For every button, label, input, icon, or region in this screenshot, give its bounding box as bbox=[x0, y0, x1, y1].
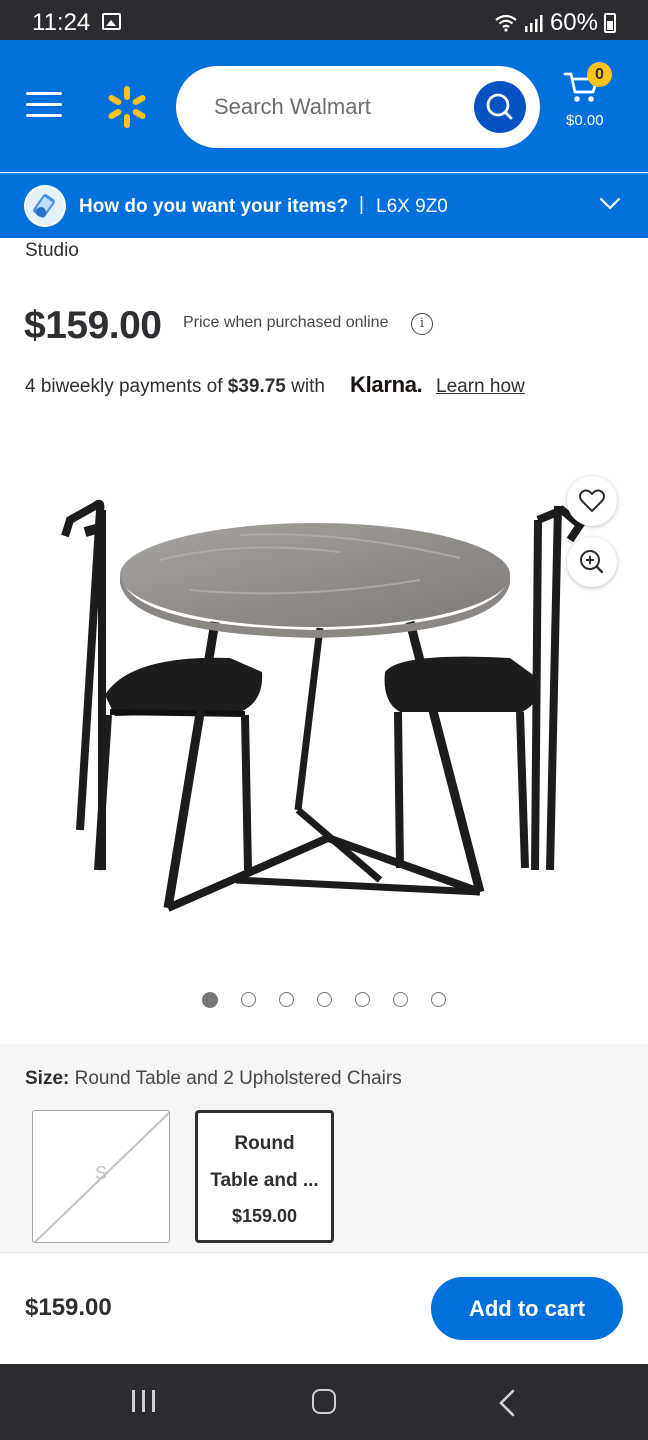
search-input[interactable] bbox=[214, 88, 464, 126]
size-label-title: Size: bbox=[25, 1068, 70, 1089]
battery-icon bbox=[604, 13, 616, 33]
size-label: Size: Round Table and 2 Upholstered Chai… bbox=[25, 1068, 402, 1090]
recents-icon[interactable] bbox=[132, 1390, 156, 1412]
size-selector: Size: Round Table and 2 Upholstered Chai… bbox=[0, 1044, 648, 1252]
search-button[interactable] bbox=[474, 81, 526, 133]
image-carousel-dots bbox=[202, 992, 446, 1008]
klarna-text: 4 biweekly payments of $39.75 with bbox=[25, 376, 325, 398]
carousel-dot[interactable] bbox=[317, 992, 332, 1007]
back-icon[interactable] bbox=[498, 1388, 516, 1418]
size-selected-value: Round Table and 2 Upholstered Chairs bbox=[74, 1068, 402, 1089]
zoom-button[interactable] bbox=[567, 537, 617, 587]
fulfillment-icon bbox=[24, 185, 66, 227]
cart-button[interactable]: 0 $0.00 bbox=[558, 62, 628, 152]
chevron-down-icon bbox=[599, 197, 621, 210]
size-option-line1: Round bbox=[234, 1133, 295, 1154]
status-time: 11:24 bbox=[32, 9, 91, 36]
carousel-dot[interactable] bbox=[241, 992, 256, 1007]
search-bar[interactable] bbox=[176, 66, 540, 148]
fulfillment-separator: | bbox=[359, 194, 364, 215]
favorite-button[interactable] bbox=[567, 476, 617, 526]
app-header: 0 $0.00 bbox=[0, 40, 648, 172]
gallery-notification-icon bbox=[102, 13, 121, 30]
brand-name-fragment: Studio bbox=[25, 240, 79, 261]
klarna-logo: Klarna. bbox=[350, 372, 423, 397]
heart-icon bbox=[579, 489, 605, 512]
learn-how-link[interactable]: Learn how bbox=[436, 376, 525, 398]
klarna-prefix: 4 biweekly payments of bbox=[25, 376, 228, 397]
cart-total: $0.00 bbox=[566, 112, 604, 129]
carousel-dot[interactable] bbox=[431, 992, 446, 1007]
bottom-price: $159.00 bbox=[25, 1294, 112, 1321]
size-option-price: $159.00 bbox=[231, 1206, 298, 1226]
size-option-line2: Table and ... bbox=[210, 1170, 319, 1191]
size-option-letter: S bbox=[95, 1163, 108, 1183]
status-right: 60% bbox=[494, 9, 616, 37]
klarna-amount: $39.75 bbox=[227, 376, 286, 397]
zoom-in-icon bbox=[580, 550, 604, 574]
bottom-purchase-bar: $159.00 Add to cart bbox=[0, 1252, 648, 1364]
battery-percent: 60% bbox=[549, 9, 598, 36]
klarna-suffix: with bbox=[285, 376, 325, 397]
walmart-spark-logo[interactable] bbox=[104, 84, 150, 130]
menu-button[interactable] bbox=[26, 92, 62, 118]
cart-count-badge: 0 bbox=[587, 62, 612, 87]
add-to-cart-button[interactable]: Add to cart bbox=[431, 1277, 623, 1340]
price-note: Price when purchased online bbox=[183, 314, 389, 331]
fulfillment-bar[interactable]: How do you want your items? | L6X 9Z0 bbox=[0, 173, 648, 238]
size-option-unavailable[interactable]: S bbox=[32, 1110, 170, 1243]
carousel-dot[interactable] bbox=[355, 992, 370, 1007]
product-image[interactable] bbox=[40, 440, 608, 940]
size-option-selected[interactable]: Round Table and ... $159.00 bbox=[195, 1110, 334, 1243]
wifi-icon bbox=[495, 14, 517, 32]
search-icon bbox=[486, 93, 513, 120]
signal-icon bbox=[524, 15, 543, 32]
status-bar: 11:24 60% bbox=[0, 0, 648, 40]
carousel-dot[interactable] bbox=[279, 992, 294, 1007]
info-icon[interactable]: i bbox=[411, 313, 433, 335]
product-price: $159.00 bbox=[24, 304, 162, 347]
home-icon[interactable] bbox=[312, 1389, 336, 1414]
fulfillment-question: How do you want your items? bbox=[79, 196, 349, 217]
carousel-dot[interactable] bbox=[202, 992, 218, 1008]
carousel-dot[interactable] bbox=[393, 992, 408, 1007]
postal-code: L6X 9Z0 bbox=[376, 196, 448, 217]
system-nav-bar bbox=[0, 1364, 648, 1440]
